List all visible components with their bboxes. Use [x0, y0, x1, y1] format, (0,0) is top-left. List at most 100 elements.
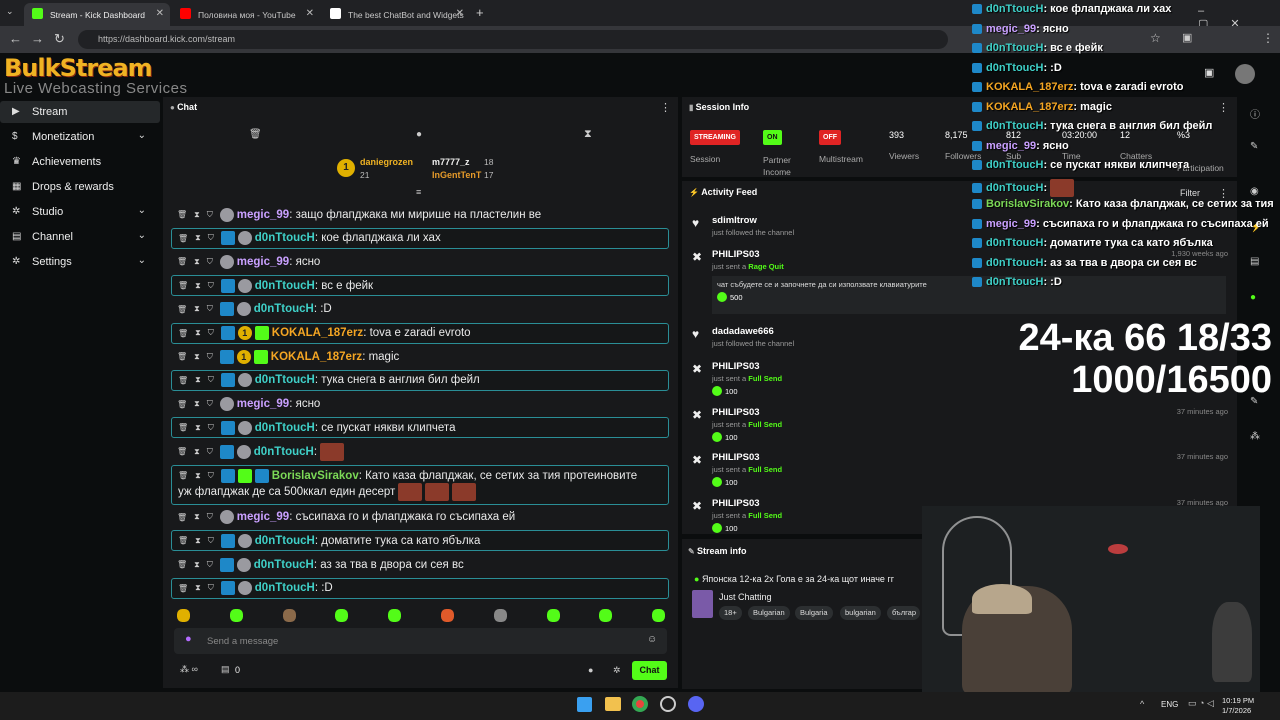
video-icon[interactable]: ▣ — [1204, 66, 1214, 79]
emote-shortcut-icon[interactable] — [388, 609, 402, 622]
chat-message[interactable]: 🗑 ⧗ ⛉ megic_99: ясно — [171, 251, 669, 272]
trash-icon[interactable]: 🗑 — [177, 513, 187, 522]
hourglass-icon[interactable]: ⧗ — [195, 536, 201, 546]
activity-username[interactable]: PHILIPS03 — [712, 452, 1228, 463]
back-icon[interactable]: ← — [9, 31, 22, 46]
emote-shortcut-icon[interactable] — [229, 609, 243, 622]
hourglass-icon[interactable]: ⧗ — [195, 375, 201, 385]
info-icon[interactable]: ⓘ — [1250, 106, 1260, 121]
shield-icon[interactable]: ⛉ — [207, 399, 213, 409]
bookmark-star-icon[interactable]: ☆ — [1150, 31, 1161, 45]
shield-icon[interactable]: ⛉ — [208, 328, 214, 338]
trash-icon[interactable]: 🗑 — [177, 257, 187, 266]
emote-shortcut-icon[interactable] — [493, 609, 507, 622]
chat-username[interactable]: megic_99 — [237, 256, 289, 268]
hourglass-icon[interactable]: ⧗ — [194, 512, 200, 522]
chat-message[interactable]: 🗑 ⧗ ⛉ megic_99: съсипаха го и флапджака го … — [171, 507, 669, 528]
chat-message[interactable]: 🗑 ⧗ ⛉ d0nTtoucH: тука снега в англия бил фе… — [171, 369, 669, 391]
hourglass-icon[interactable]: ⧗ — [194, 352, 200, 362]
chat-message[interactable]: 🗑 ⧗ ⛉ d0nTtoucH: — [171, 441, 669, 462]
hourglass-icon[interactable]: ⧗ — [195, 328, 201, 338]
chat-username[interactable]: d0nTtoucH — [255, 582, 315, 594]
chat-message[interactable]: 🗑 ⧗ ⛉ d0nTtoucH: доматите тука са като ябъл… — [171, 530, 669, 552]
chrome-icon[interactable] — [632, 696, 648, 712]
close-tab-icon[interactable]: ✕ — [306, 8, 314, 19]
reload-icon[interactable]: ↻ — [54, 31, 65, 47]
chat-username[interactable]: megic_99 — [237, 209, 289, 221]
stream-tag[interactable]: Bulgarian — [748, 606, 790, 620]
shield-icon[interactable]: ⛉ — [207, 512, 213, 522]
chat-username[interactable]: d0nTtoucH — [255, 422, 315, 434]
shield-icon[interactable]: ⛉ — [207, 447, 213, 457]
activity-item[interactable]: ✖ PHILIPS03 just sent a Full Send 100 37 min… — [692, 452, 1228, 487]
shield-icon[interactable]: ⛉ — [208, 536, 214, 546]
network-icon[interactable]: ▭ ◔ ◁ — [1188, 698, 1214, 709]
shield-icon[interactable]: ⛉ — [207, 352, 213, 362]
collapse-icon[interactable]: ≡ — [416, 187, 421, 197]
chat-username[interactable]: d0nTtoucH — [254, 303, 314, 315]
shield-icon[interactable]: ⛉ — [207, 304, 213, 314]
emote-shortcut-icon[interactable] — [652, 609, 666, 622]
emote-shortcut-icon[interactable] — [599, 609, 613, 622]
hourglass-icon[interactable]: ⧗ — [194, 399, 200, 409]
chat-message[interactable]: 🗑 ⧗ ⛉ d0nTtoucH: се пускат някви клипчета — [171, 417, 669, 439]
stream-tag[interactable]: българ — [887, 606, 920, 620]
chevron-down-icon[interactable]: ⌄ — [138, 230, 146, 241]
chat-username[interactable]: d0nTtoucH — [254, 559, 314, 571]
file-explorer-icon[interactable] — [605, 697, 621, 711]
shield-icon[interactable]: ⛉ — [207, 560, 213, 570]
sidebar-item-monetization[interactable]: $ Monetization ⌄ — [0, 126, 160, 148]
hourglass-icon[interactable]: ⧗ — [584, 128, 592, 141]
trash-icon[interactable]: 🗑 — [249, 129, 262, 140]
app-icon[interactable] — [660, 696, 676, 712]
chat-input-placeholder[interactable]: Send a message — [207, 636, 278, 647]
close-tab-icon[interactable]: ✕ — [156, 8, 164, 19]
shield-icon[interactable]: ⛉ — [208, 281, 214, 291]
browser-menu-icon[interactable]: ⋮ — [1262, 31, 1274, 45]
hourglass-icon[interactable]: ⧗ — [194, 304, 200, 314]
chat-username[interactable]: d0nTtoucH — [255, 280, 315, 292]
emote-shortcut-icon[interactable] — [282, 609, 296, 622]
sidebar-item-settings[interactable]: ✲ Settings ⌄ — [0, 251, 160, 273]
shield-icon[interactable]: ⛉ — [208, 423, 214, 433]
trash-icon[interactable]: 🗑 — [177, 447, 187, 456]
clock-time[interactable]: 10:19 PM — [1222, 696, 1254, 705]
shield-icon[interactable]: ⛉ — [208, 233, 214, 243]
extensions-icon[interactable]: ▣ — [1182, 31, 1192, 44]
chat-message[interactable]: 🗑 ⧗ ⛉ d0nTtoucH: кое флапджака ли хах — [171, 227, 669, 249]
stream-title[interactable]: ● Японска 12-ка 2х Гола е за 24-ка щот и… — [694, 574, 919, 584]
trash-icon[interactable]: 🗑 — [177, 305, 187, 314]
trash-icon[interactable]: 🗑 — [178, 584, 188, 593]
chat-username[interactable]: KOKALA_187erz — [271, 351, 362, 363]
trash-icon[interactable]: 🗑 — [177, 352, 187, 361]
shield-icon[interactable]: ⛉ — [208, 375, 214, 385]
top-gifter-name[interactable]: m7777_z — [432, 157, 470, 167]
hourglass-icon[interactable]: ⧗ — [195, 233, 201, 243]
emote-shortcut-icon[interactable] — [441, 609, 454, 622]
trash-icon[interactable]: 🗑 — [178, 423, 188, 432]
shield-icon[interactable]: ⛉ — [208, 471, 214, 481]
chat-username[interactable]: d0nTtoucH — [255, 374, 315, 386]
sidebar-item-stream[interactable]: ▶ Stream — [0, 101, 160, 123]
chat-rail-icon[interactable]: ● — [1250, 292, 1256, 303]
chat-username[interactable]: d0nTtoucH — [255, 232, 315, 244]
sidebar-item-drops-rewards[interactable]: ▦ Drops & rewards — [0, 176, 160, 198]
hourglass-icon[interactable]: ⧗ — [194, 560, 200, 570]
shield-icon[interactable]: ⛉ — [207, 257, 213, 267]
chat-username[interactable]: megic_99 — [237, 398, 289, 410]
avatar[interactable] — [1235, 64, 1255, 84]
send-chat-button[interactable]: Chat — [632, 661, 667, 680]
chevron-down-icon[interactable]: ⌄ — [138, 130, 146, 141]
chat-username[interactable]: d0nTtoucH — [255, 535, 315, 547]
chevron-down-icon[interactable]: ⌄ — [138, 205, 146, 216]
language-indicator[interactable]: ENG — [1161, 700, 1178, 709]
hourglass-icon[interactable]: ⧗ — [194, 210, 200, 220]
trash-icon[interactable]: 🗑 — [178, 471, 188, 480]
chat-username[interactable]: KOKALA_187erz — [272, 327, 363, 339]
stream-tag[interactable]: 18+ — [719, 606, 742, 620]
tray-chevron-icon[interactable]: ^ — [1140, 699, 1144, 709]
edit-icon[interactable]: ✎ — [1250, 141, 1258, 152]
microphone-icon[interactable]: ● — [185, 633, 192, 645]
trash-icon[interactable]: 🗑 — [178, 234, 188, 243]
chat-username[interactable]: d0nTtoucH — [254, 446, 314, 458]
